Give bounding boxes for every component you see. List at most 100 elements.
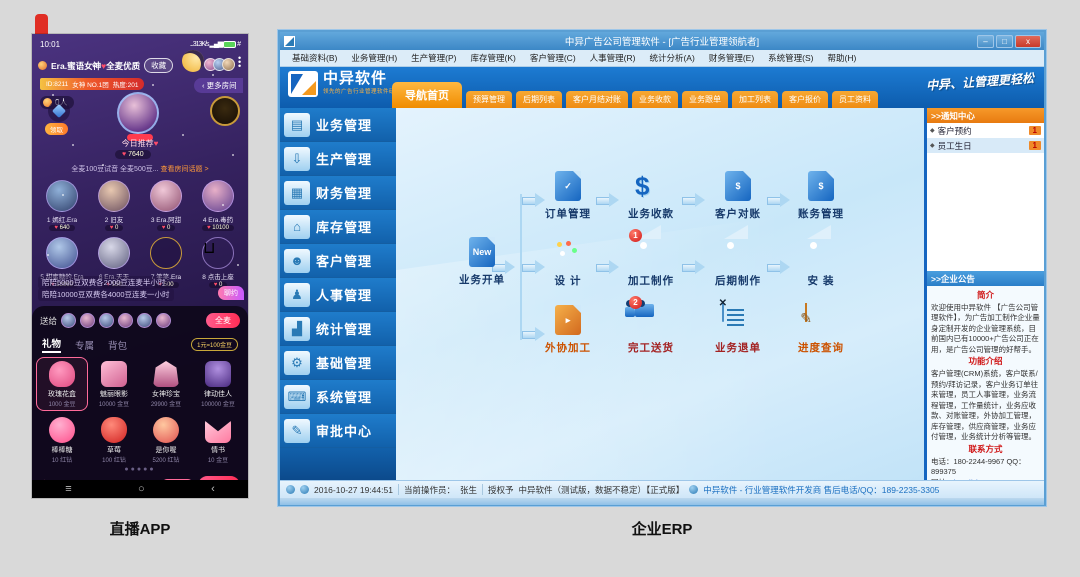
status-bar: 2016-10-27 19:44:51 当前操作员： 张生 授权予 中异软件（测… <box>280 480 1044 498</box>
sidebar-item[interactable]: ▤ 业务管理 <box>280 108 396 142</box>
tab-monthly-statement[interactable]: 客户月结对账 <box>566 91 628 108</box>
menu-item[interactable]: 财务管理(E) <box>703 50 760 66</box>
bill-icon: $ <box>725 171 751 201</box>
menu-item[interactable]: 生产管理(P) <box>405 50 462 66</box>
notify-item[interactable]: ◆ 客户预约 1 <box>927 123 1044 138</box>
gift-item[interactable]: 律动佳人 100000 金豆 <box>192 357 244 411</box>
seat-avatar[interactable]: ⊔ <box>202 237 234 269</box>
minimize-button[interactable]: – <box>977 35 994 48</box>
tab-processing-list[interactable]: 加工列表 <box>732 91 778 108</box>
gift-icon <box>205 417 231 443</box>
send-target-avatar[interactable] <box>61 313 76 328</box>
send-target-avatar[interactable] <box>99 313 114 328</box>
more-options-icon[interactable]: ••• <box>238 56 241 68</box>
seat-avatar[interactable] <box>150 237 182 269</box>
flow-label: 业务收款 <box>628 206 674 221</box>
seat-avatar[interactable] <box>46 180 78 212</box>
menu-item[interactable]: 库存管理(K) <box>465 50 522 66</box>
gift-item[interactable]: 魅丽眼影 10000 金豆 <box>88 357 140 411</box>
tab-customer-quote[interactable]: 客户报价 <box>782 91 828 108</box>
send-target-avatar[interactable] <box>137 313 152 328</box>
tab-budget[interactable]: 预算管理 <box>466 91 512 108</box>
menu-item[interactable]: 帮助(H) <box>822 50 863 66</box>
top-viewer-avatars[interactable] <box>208 58 235 71</box>
seat[interactable]: 4 Era.毒药 ♥ 10100 <box>192 180 244 231</box>
menu-item[interactable]: 统计分析(A) <box>643 50 700 66</box>
chat-date-pill[interactable]: 聊约 <box>218 286 244 300</box>
notify-item[interactable]: ◆ 员工生日 1 <box>927 138 1044 153</box>
viewer-avatar[interactable] <box>222 58 235 71</box>
send-target-avatar[interactable] <box>156 313 171 328</box>
flow-node-postproduction[interactable]: 后期制作 <box>698 237 778 288</box>
flow-node-customer-statement[interactable]: $ 客户对账 <box>698 170 778 221</box>
sidebar-item[interactable]: ▟ 统计管理 <box>280 312 396 346</box>
more-rooms-button[interactable]: ‹ 更多房间 <box>194 78 243 93</box>
workflow-canvas: New 业务开单 ✓ 订单管理 $ 业务收款 $ 客户对账 $ 账务管理 <box>396 108 924 480</box>
tab-nav-home[interactable]: 导航首页 <box>392 82 462 108</box>
gift-item[interactable]: 棒棒糖 10 红钻 <box>36 413 88 467</box>
flow-node-business-open[interactable]: New 业务开单 <box>442 236 522 287</box>
tab-employee-info[interactable]: 员工资料 <box>832 91 878 108</box>
sidebar-item[interactable]: ✎ 审批中心 <box>280 414 396 448</box>
sidebar-item[interactable]: ♟ 人事管理 <box>280 278 396 312</box>
website-link[interactable]: http://zhongyee.com.cn <box>954 478 1032 480</box>
seat[interactable]: 1 嫣红.Era ♥ 640 <box>36 180 88 231</box>
room-topic-link[interactable]: 查看房间话题 > <box>161 166 209 173</box>
all-mic-button[interactable]: 全麦 <box>206 313 240 328</box>
seat[interactable]: ⊔ 8 点击上座 ♥ 0 <box>192 237 244 288</box>
favorite-button[interactable]: 收藏 <box>144 58 173 73</box>
sidebar-item[interactable]: ⌨ 系统管理 <box>280 380 396 414</box>
tab-gifts[interactable]: 礼物 <box>42 336 61 353</box>
flow-node-install[interactable]: 安 装 <box>781 237 861 288</box>
recents-icon[interactable]: ≡ <box>65 483 71 495</box>
flow-node-delivery[interactable]: 2 完工送货 <box>611 304 691 355</box>
menu-item[interactable]: 基础资料(B) <box>286 50 343 66</box>
host-avatar[interactable] <box>117 92 159 134</box>
seat[interactable]: 2 旧友 ♥ 0 <box>88 180 140 231</box>
sidebar-item[interactable]: ⌂ 库存管理 <box>280 210 396 244</box>
flow-node-design[interactable]: 设 计 <box>528 237 608 288</box>
menu-item[interactable]: 客户管理(C) <box>524 50 582 66</box>
gift-item[interactable]: 女神珍宝 29900 金豆 <box>140 357 192 411</box>
tab-order-follow[interactable]: 业务跟单 <box>682 91 728 108</box>
sidebar-item[interactable]: ⚙ 基础管理 <box>280 346 396 380</box>
seat-avatar[interactable] <box>98 237 130 269</box>
sidebar-item[interactable]: ☻ 客户管理 <box>280 244 396 278</box>
flow-node-order-mgmt[interactable]: ✓ 订单管理 <box>528 170 608 221</box>
maximize-button[interactable]: □ <box>996 35 1013 48</box>
product-edition: 中异软件（测试版，数据不稳定）【正式版】 <box>518 484 684 496</box>
gift-item[interactable]: 草莓 100 红钻 <box>88 413 140 467</box>
flow-label: 加工制作 <box>628 273 674 288</box>
seat[interactable]: 3 Era.阿甜 ♥ 0 <box>140 180 192 231</box>
flow-node-processing[interactable]: 1 加工制作 <box>611 237 691 288</box>
vip-emblem[interactable] <box>210 96 240 126</box>
flow-node-outsourcing[interactable]: ▸ 外协加工 <box>528 304 608 355</box>
sidebar-item[interactable]: ▦ 财务管理 <box>280 176 396 210</box>
menu-item[interactable]: 业务管理(H) <box>345 50 403 66</box>
tab-backpack[interactable]: 背包 <box>108 338 127 352</box>
close-button[interactable]: x <box>1015 35 1041 48</box>
flow-node-receivables[interactable]: $ 业务收款 <box>611 170 691 221</box>
menu-item[interactable]: 系统管理(S) <box>762 50 819 66</box>
reward-chest[interactable] <box>48 100 70 122</box>
claim-reward-button[interactable]: 领取 <box>45 123 68 135</box>
flow-node-order-return[interactable]: 业务退单 <box>698 304 778 355</box>
tab-exclusive[interactable]: 专属 <box>75 338 94 352</box>
flow-node-progress-query[interactable]: 进度查询 <box>781 304 861 355</box>
send-target-avatar[interactable] <box>118 313 133 328</box>
seat-avatar[interactable] <box>202 180 234 212</box>
seat-avatar[interactable] <box>46 237 78 269</box>
back-icon[interactable]: ‹ <box>211 483 215 495</box>
tab-postproduction[interactable]: 后期列表 <box>516 91 562 108</box>
sidebar-item[interactable]: ⇩ 生产管理 <box>280 142 396 176</box>
gift-item[interactable]: 情书 10 金豆 <box>192 413 244 467</box>
send-target-avatar[interactable] <box>80 313 95 328</box>
seat-avatar[interactable] <box>150 180 182 212</box>
flow-node-account-mgmt[interactable]: $ 账务管理 <box>781 170 861 221</box>
home-icon[interactable]: ○ <box>138 483 145 495</box>
gift-item[interactable]: 是你喔 5200 红钻 <box>140 413 192 467</box>
menu-item[interactable]: 人事管理(R) <box>584 50 642 66</box>
seat-avatar[interactable] <box>98 180 130 212</box>
tab-receivables[interactable]: 业务收款 <box>632 91 678 108</box>
gift-item[interactable]: 玫瑰花盒 1000 金豆 <box>36 357 88 411</box>
